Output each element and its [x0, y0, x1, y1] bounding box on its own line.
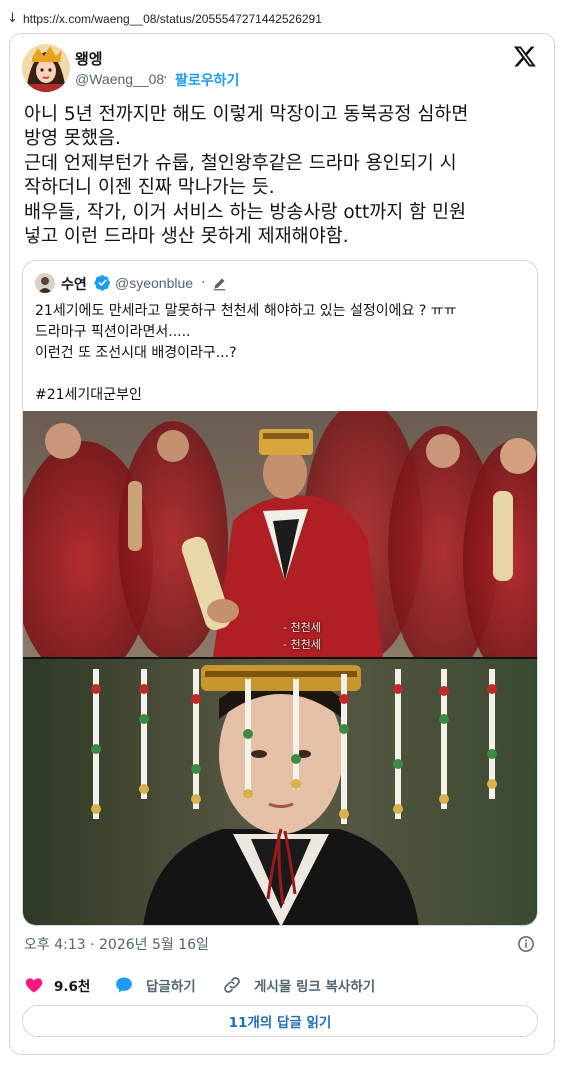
tweet-timestamp[interactable]: 오후 4:13 · 2026년 5월 16일 — [24, 934, 209, 954]
verified-badge-icon — [94, 275, 110, 291]
link-icon — [224, 977, 240, 993]
separator-dot: · — [201, 275, 206, 291]
tweet-text: 아니 5년 전까지만 해도 이렇게 막장이고 동북공정 심하면 방영 못했음. … — [24, 104, 469, 248]
drama-still-king-crown — [23, 659, 537, 925]
copy-link-label: 게시물 링크 복사하기 — [254, 979, 376, 995]
read-replies-button[interactable]: 11개의 답글 읽기 — [22, 1005, 538, 1037]
heart-icon — [25, 978, 43, 993]
edit-pencil-icon — [213, 278, 226, 291]
copy-link-button[interactable]: 게시물 링크 복사하기 — [222, 970, 375, 1000]
quote-text: 21세기에도 만세라고 말못하구 천천세 해야하고 있는 설정이에요 ? ㅠㅠ … — [35, 303, 457, 403]
url-text[interactable]: https://x.com/waeng__08/status/205554727… — [23, 12, 322, 26]
quoted-tweet[interactable]: 수연 @syeonblue · 21세기에도 만세라고 말못하구 천천세 해야하… — [22, 260, 538, 926]
follow-button[interactable]: 팔로우하기 — [175, 70, 239, 90]
reply-button[interactable]: 답글하기 — [114, 970, 196, 1000]
speech-bubble-icon — [116, 977, 132, 993]
quote-author-avatar[interactable] — [35, 273, 55, 293]
drama-still-court-officials: - 천천세 - 천천세 — [23, 411, 537, 657]
quote-author-name[interactable]: 수연 — [61, 274, 87, 294]
author-handle[interactable]: @Waeng__08 — [75, 71, 164, 87]
quote-author-handle[interactable]: @syeonblue — [115, 275, 193, 291]
separator-dot: · — [163, 70, 168, 86]
download-arrow-icon: ↓ — [7, 11, 18, 26]
x-logo-icon[interactable] — [513, 44, 537, 68]
video-subtitle: - 천천세 - 천천세 — [283, 621, 321, 651]
quote-media[interactable]: - 천천세 - 천천세 — [23, 411, 537, 925]
like-button[interactable]: 9.6천 — [24, 970, 90, 1000]
reply-label: 답글하기 — [146, 979, 196, 995]
like-count: 9.6천 — [54, 979, 91, 995]
author-name[interactable]: 왱엥 — [75, 48, 103, 69]
author-avatar[interactable] — [22, 44, 70, 92]
action-bar: 9.6천 답글하기 게시물 링크 복사하기 — [22, 970, 538, 1000]
info-icon[interactable] — [517, 935, 535, 953]
